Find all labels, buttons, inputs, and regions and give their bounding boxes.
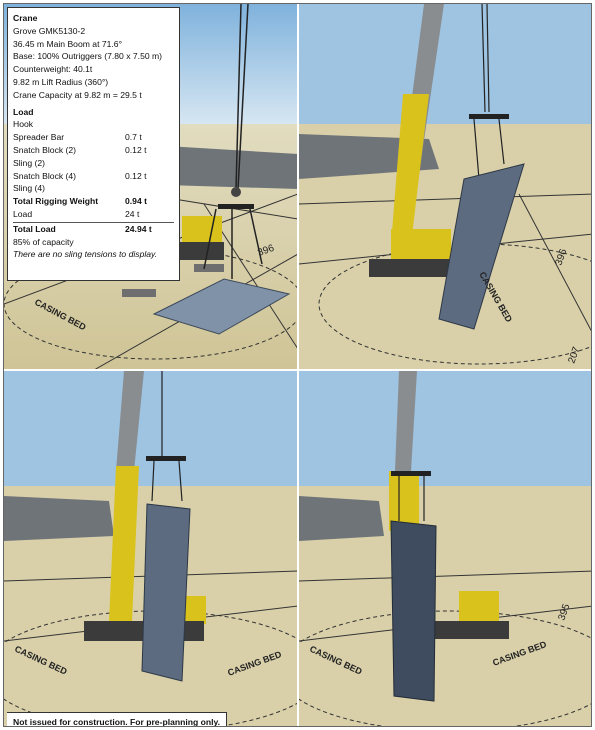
spreader-bar: [218, 204, 254, 209]
main-boom: 36.45 m Main Boom at 71.6°: [13, 38, 123, 49]
sky: [4, 371, 298, 486]
panel-divider-vertical: [297, 4, 299, 726]
load-row: Load 24 t: [13, 208, 140, 219]
view-panel-top-right[interactable]: CASING BED 396 207: [299, 4, 591, 370]
load-panel: [390, 520, 437, 702]
hook-block: [231, 187, 241, 197]
total-rigging-row: Total Rigging Weight 0.94 t: [13, 196, 147, 207]
scene-lift-tilt: CASING BED 396 207: [299, 4, 591, 370]
sky: [299, 4, 591, 124]
crane-header: Crane: [13, 13, 38, 23]
lift-radius: 9.82 m Lift Radius (360°): [13, 76, 109, 87]
rigging-row: Hook: [13, 119, 34, 130]
counterweight: Counterweight: 40.1t: [13, 64, 93, 75]
load-header: Load: [13, 106, 34, 117]
view-panel-bottom-right[interactable]: CASING BED CASING BED 395: [299, 371, 591, 726]
aircraft: [4, 496, 114, 541]
viewport-frame: CASING BED 396 CASING BED 396 207 CASING…: [3, 3, 592, 727]
base-config: Base: 100% Outriggers (7.80 x 7.50 m): [13, 51, 163, 62]
rigging-row: Sling (2): [13, 157, 45, 168]
spreader-bar: [146, 456, 186, 461]
crane-capacity: Crane Capacity at 9.82 m = 29.5 t: [13, 89, 142, 100]
total-load-row: Total Load 24.94 t: [13, 223, 152, 234]
lift-info-panel: Crane Grove GMK5130-2 36.45 m Main Boom …: [7, 7, 180, 281]
crane-carrier: [459, 591, 499, 626]
scene-lift-vertical: CASING BED CASING BED: [4, 371, 298, 726]
view-panel-bottom-left[interactable]: CASING BED CASING BED: [4, 371, 298, 726]
rigging-row: Snatch Block (2) 0.12 t: [13, 144, 147, 155]
capacity-percent: 85% of capacity: [13, 236, 74, 247]
rigging-row: Snatch Block (4) 0.12 t: [13, 170, 147, 181]
spreader-bar: [391, 471, 431, 476]
sky: [299, 371, 591, 486]
spreader-bar: [469, 114, 509, 119]
scene-lift-set: CASING BED CASING BED 395: [299, 371, 591, 726]
disclaimer-note: Not issued for construction. For pre-pla…: [7, 712, 228, 726]
rigging-row: Spreader Bar 0.7 t: [13, 132, 142, 143]
panel-divider-horizontal: [4, 369, 591, 371]
crane-chassis: [429, 621, 509, 639]
crane-model: Grove GMK5130-2: [13, 25, 86, 36]
crane-chassis: [369, 259, 449, 277]
sling-tension-note: There are no sling tensions to display.: [13, 249, 158, 260]
aircraft: [299, 496, 384, 541]
load-panel: [141, 503, 191, 682]
rigging-row: Sling (4): [13, 183, 45, 194]
